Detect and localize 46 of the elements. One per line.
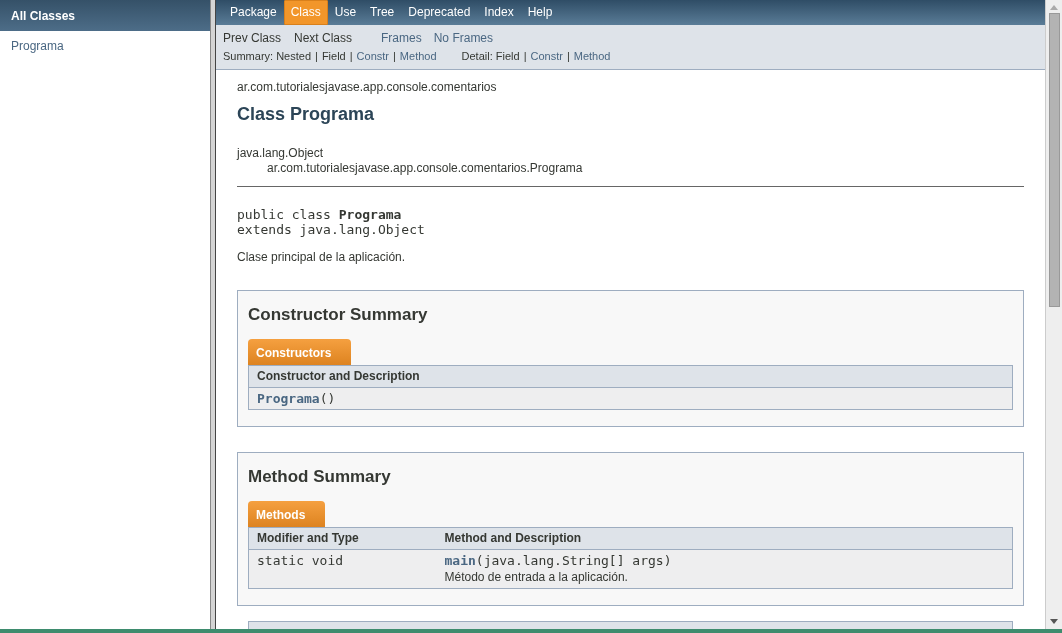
nav-label: Summary: Nested — [223, 50, 312, 64]
nav-label: Field — [321, 50, 346, 64]
nav-link[interactable]: Frames — [381, 30, 422, 46]
nav-link[interactable]: Constr — [530, 50, 563, 64]
nav-link[interactable]: Method — [573, 50, 611, 64]
scrollbar[interactable] — [1045, 0, 1062, 629]
separator: | — [315, 50, 318, 64]
column-header: Method and Description — [436, 527, 1013, 550]
scroll-down-icon[interactable] — [1050, 619, 1058, 624]
class-description: Clase principal de la aplicación. — [237, 250, 407, 266]
nav-tab[interactable]: Package — [223, 0, 284, 25]
nav-tab[interactable]: Deprecated — [401, 0, 478, 25]
nav-tab[interactable]: Use — [327, 0, 364, 25]
separator: | — [523, 50, 527, 64]
inheritance-item: ar.com.tutorialesjavase.app.console.comentarios.Programa — [266, 161, 584, 177]
member-signature: () — [319, 391, 336, 407]
class-title: Class Programa — [237, 103, 376, 126]
class-link[interactable]: Programa — [0, 31, 75, 62]
nav-tab[interactable]: Tree — [363, 0, 402, 25]
member-link[interactable]: main — [444, 553, 476, 569]
inheritance-item: java.lang.Object — [237, 146, 325, 162]
separator: | — [349, 50, 353, 64]
nav-link[interactable]: Constr — [356, 50, 389, 64]
nav-label: Detail: Field — [461, 50, 520, 64]
package-name: ar.com.tutorialesjavase.app.console.comentarios — [237, 79, 498, 95]
nav-label: Next Class — [294, 30, 353, 46]
column-header: Constructor and Description — [248, 365, 1013, 388]
nav-tab[interactable]: Index — [477, 0, 521, 25]
nav-tab[interactable]: Help — [520, 0, 560, 25]
section-heading: Constructor Summary — [248, 305, 429, 326]
member-description: Método de entrada a la aplicación. — [444, 570, 629, 586]
column-header: Modifier and Type — [248, 527, 437, 550]
nav-link[interactable]: Method — [399, 50, 437, 64]
member-signature: (java.lang.String[] args) — [475, 553, 672, 569]
member-link[interactable]: Programa — [257, 391, 320, 407]
signature-line: public class Programa — [237, 207, 403, 223]
frame-title: All Classes — [0, 0, 210, 31]
modifier-type: static void — [257, 553, 344, 569]
signature-line: extends java.lang.Object — [237, 222, 426, 238]
separator: | — [393, 50, 396, 64]
nav-link[interactable]: No Frames — [433, 30, 494, 46]
separator: | — [566, 50, 570, 64]
frame-splitter[interactable] — [211, 0, 216, 629]
section-heading: Method Summary — [248, 467, 392, 488]
nav-label: Prev Class — [223, 30, 281, 46]
scrollbar-thumb[interactable] — [1048, 13, 1060, 307]
